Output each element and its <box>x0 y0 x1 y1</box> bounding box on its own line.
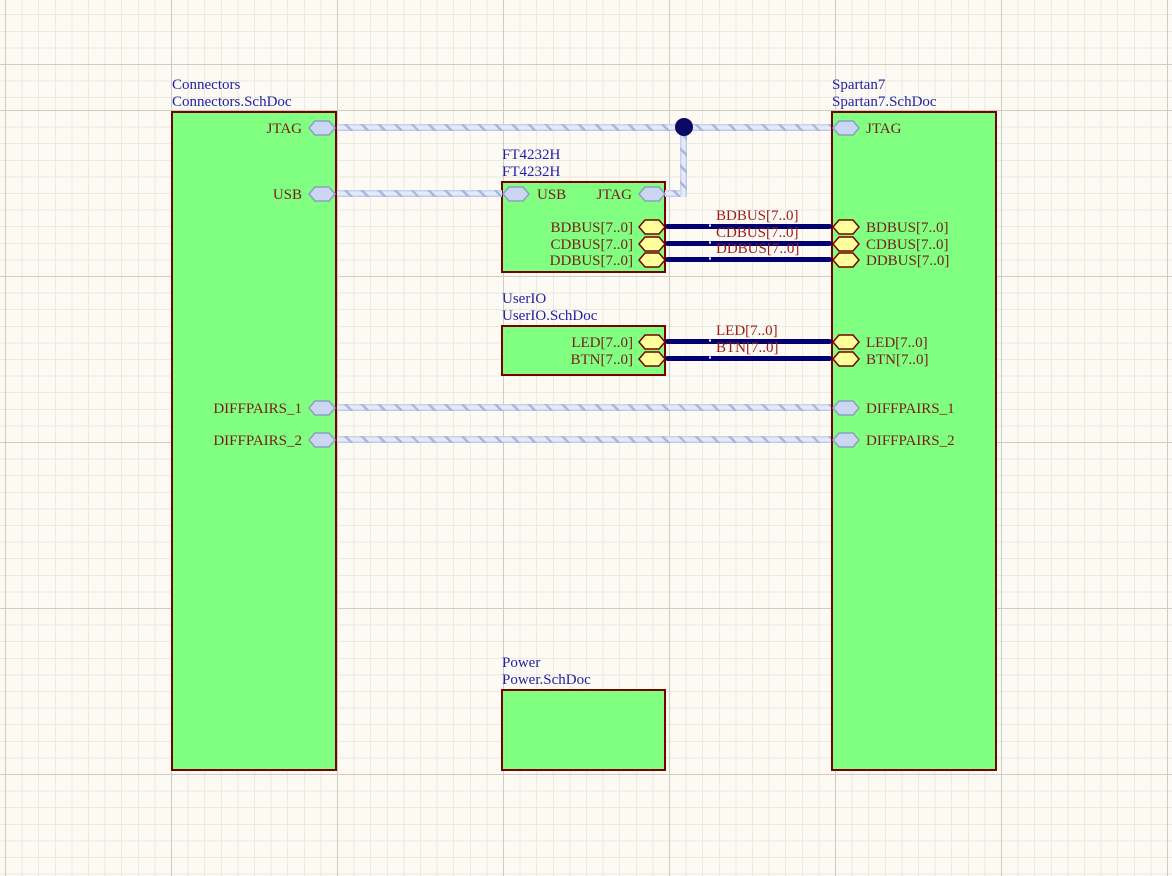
sheet-file[interactable]: Power.SchDoc <box>502 672 591 689</box>
harness-diffpairs-2[interactable] <box>337 436 831 443</box>
port-connectors-diffpairs-2[interactable] <box>308 432 336 448</box>
bus-label-tick <box>709 352 711 365</box>
net-label-bdbus[interactable]: BDBUS[7..0] <box>716 208 799 224</box>
port-connectors-diffpairs-1[interactable] <box>308 400 336 416</box>
port-spartan7-ddbus[interactable] <box>832 252 860 268</box>
port-label[interactable]: BTN[7..0] <box>866 352 929 368</box>
sheet-name[interactable]: FT4232H <box>502 147 560 164</box>
port-spartan7-bdbus[interactable] <box>832 219 860 235</box>
port-spartan7-cdbus[interactable] <box>832 236 860 252</box>
sheet-name[interactable]: Connectors <box>172 77 292 94</box>
port-ft4232h-cdbus[interactable] <box>638 236 666 252</box>
port-ft4232h-jtag[interactable] <box>638 186 666 202</box>
sheet-title-connectors[interactable]: Connectors Connectors.SchDoc <box>172 77 292 111</box>
port-label[interactable]: DIFFPAIRS_2 <box>866 433 955 449</box>
port-connectors-jtag[interactable] <box>308 120 336 136</box>
sheet-name[interactable]: UserIO <box>502 291 597 308</box>
net-label-cdbus[interactable]: CDBUS[7..0] <box>716 225 799 241</box>
junction-dot <box>675 118 693 136</box>
port-label[interactable]: JTAG <box>866 121 901 137</box>
sheet-title-power[interactable]: Power Power.SchDoc <box>502 655 591 689</box>
port-spartan7-btn[interactable] <box>832 351 860 367</box>
sheet-name[interactable]: Power <box>502 655 591 672</box>
port-connectors-usb[interactable] <box>308 186 336 202</box>
port-label[interactable]: JTAG <box>170 121 302 137</box>
bus-label-tick <box>709 335 711 348</box>
port-label[interactable]: DIFFPAIRS_1 <box>170 401 302 417</box>
port-label[interactable]: CDBUS[7..0] <box>866 237 949 253</box>
sheet-file[interactable]: Spartan7.SchDoc <box>832 94 937 111</box>
sheet-title-ft4232h[interactable]: FT4232H FT4232H <box>502 147 560 181</box>
port-label[interactable]: BDBUS[7..0] <box>866 220 949 236</box>
harness-jtag-branch-v[interactable] <box>680 126 687 197</box>
sheet-title-spartan7[interactable]: Spartan7 Spartan7.SchDoc <box>832 77 937 111</box>
port-spartan7-led[interactable] <box>832 334 860 350</box>
sheet-symbol-power[interactable] <box>501 689 666 771</box>
port-userio-led[interactable] <box>638 334 666 350</box>
port-ft4232h-usb[interactable] <box>502 186 530 202</box>
net-label-led[interactable]: LED[7..0] <box>716 323 778 339</box>
sheet-file[interactable]: UserIO.SchDoc <box>502 308 597 325</box>
sheet-title-userio[interactable]: UserIO UserIO.SchDoc <box>502 291 597 325</box>
port-label[interactable]: LED[7..0] <box>500 335 633 351</box>
port-ft4232h-bdbus[interactable] <box>638 219 666 235</box>
sheet-name[interactable]: Spartan7 <box>832 77 937 94</box>
port-label[interactable]: USB <box>170 187 302 203</box>
net-label-btn[interactable]: BTN[7..0] <box>716 340 779 356</box>
port-userio-btn[interactable] <box>638 351 666 367</box>
bus-label-tick <box>709 220 711 233</box>
port-label[interactable]: DIFFPAIRS_2 <box>170 433 302 449</box>
port-label[interactable]: LED[7..0] <box>866 335 928 351</box>
port-label[interactable]: CDBUS[7..0] <box>500 237 633 253</box>
harness-diffpairs-1[interactable] <box>337 404 831 411</box>
sheet-file[interactable]: Connectors.SchDoc <box>172 94 292 111</box>
bus-label-tick <box>709 253 711 266</box>
bus-label-tick <box>709 237 711 250</box>
schematic-canvas: Connectors Connectors.SchDoc FT4232H FT4… <box>0 0 1172 876</box>
bus-ddbus[interactable] <box>665 257 832 262</box>
port-label[interactable]: DDBUS[7..0] <box>500 253 633 269</box>
harness-jtag[interactable] <box>337 124 831 131</box>
port-spartan7-diffpairs-1[interactable] <box>832 400 860 416</box>
net-label-ddbus[interactable]: DDBUS[7..0] <box>716 241 799 257</box>
port-label[interactable]: DIFFPAIRS_1 <box>866 401 955 417</box>
port-spartan7-diffpairs-2[interactable] <box>832 432 860 448</box>
port-label[interactable]: BDBUS[7..0] <box>500 220 633 236</box>
harness-usb[interactable] <box>337 190 502 197</box>
port-spartan7-jtag[interactable] <box>832 120 860 136</box>
port-label[interactable]: BTN[7..0] <box>500 352 633 368</box>
sheet-file[interactable]: FT4232H <box>502 164 560 181</box>
port-ft4232h-ddbus[interactable] <box>638 252 666 268</box>
port-label[interactable]: JTAG <box>560 187 632 203</box>
port-label[interactable]: DDBUS[7..0] <box>866 253 949 269</box>
bus-btn[interactable] <box>665 356 832 361</box>
